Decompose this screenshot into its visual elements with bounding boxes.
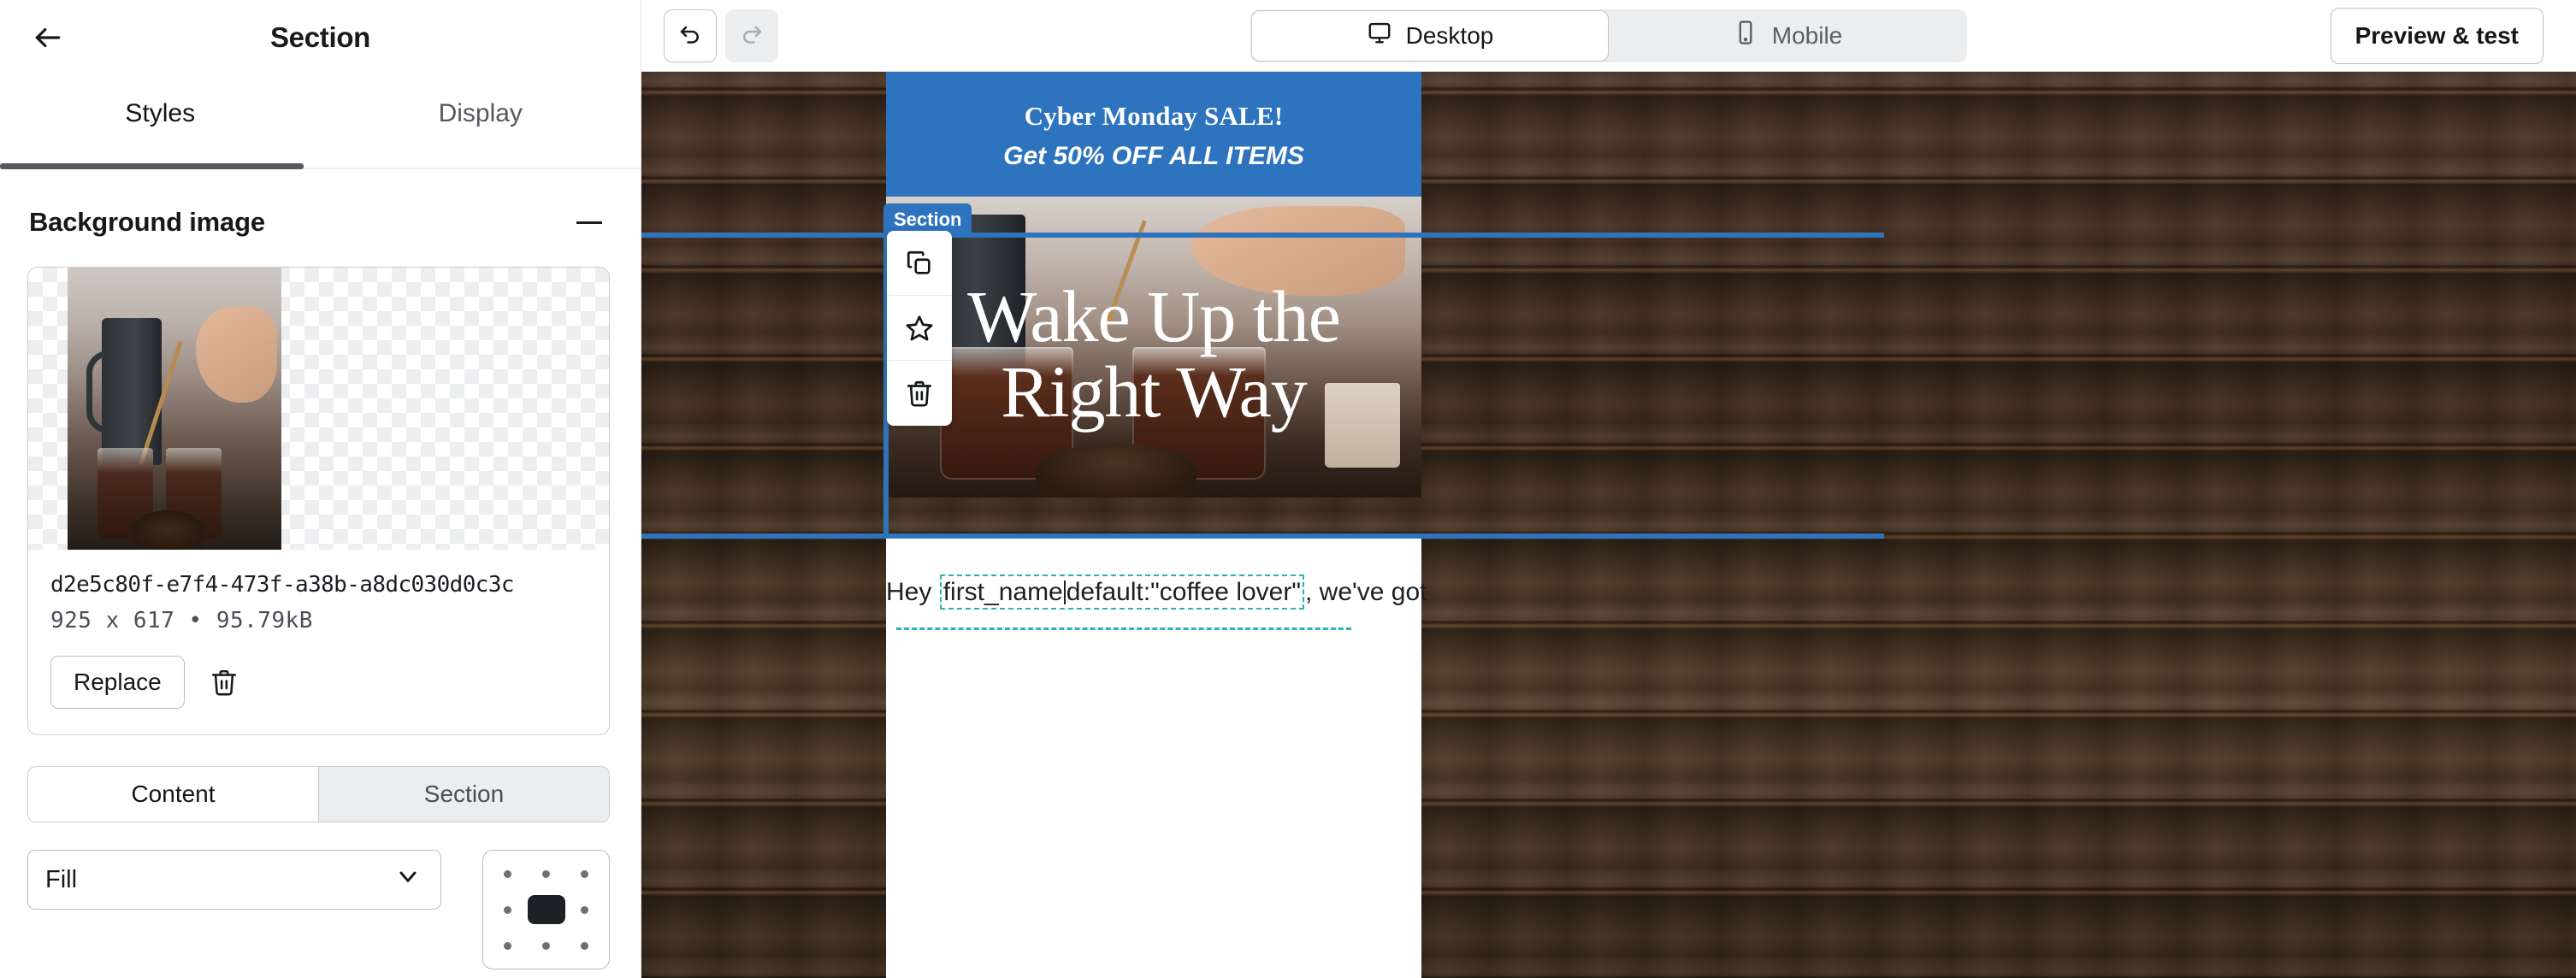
sidebar-header: Section <box>0 0 641 75</box>
image-preview[interactable] <box>28 268 609 550</box>
position-center-selected[interactable] <box>527 892 565 928</box>
device-tab-mobile-label: Mobile <box>1771 21 1843 49</box>
device-tab-mobile[interactable]: Mobile <box>1609 10 1966 62</box>
email-content-area[interactable]: Hey first_name default:"coffee lover", we… <box>886 539 1427 978</box>
hero-headline: Wake Up the Right Way <box>886 197 1421 498</box>
hero-section[interactable]: Wake Up the Right Way <box>886 197 1421 498</box>
sidebar-tabs: Styles Display <box>0 75 641 169</box>
scope-tab-content[interactable]: Content <box>28 767 319 822</box>
back-arrow-icon[interactable] <box>29 19 67 56</box>
preview-photo <box>68 268 281 550</box>
background-image-header: Background image <box>0 169 641 239</box>
email-editor-app: Section Styles Display Background image <box>0 0 2576 978</box>
editor-toolbar: Desktop Mobile Preview & test <box>641 0 2576 72</box>
image-meta: d2e5c80f-e7f4-473f-a38b-a8dc030d0c3c 925… <box>28 550 609 633</box>
delete-icon[interactable] <box>887 361 952 426</box>
promo-banner[interactable]: Cyber Monday SALE! Get 50% OFF ALL ITEMS <box>886 72 1421 197</box>
hero-headline-line2: Right Way <box>1001 351 1308 433</box>
redo-icon <box>725 9 778 62</box>
background-size-select[interactable]: Fill <box>27 850 441 910</box>
image-filename: d2e5c80f-e7f4-473f-a38b-a8dc030d0c3c <box>50 572 515 598</box>
chevron-down-icon <box>394 863 422 897</box>
undo-icon[interactable] <box>664 9 717 62</box>
minus-icon[interactable] <box>572 205 606 239</box>
email-canvas[interactable]: Cyber Monday SALE! Get 50% OFF ALL ITEMS <box>641 72 2576 978</box>
selection-border-bottom <box>641 533 1884 539</box>
duplicate-icon[interactable] <box>887 231 952 296</box>
hero-headline-line1: Wake Up the <box>967 275 1341 358</box>
position-bottom-right[interactable] <box>565 928 604 963</box>
background-image-title: Background image <box>29 207 265 237</box>
device-tab-desktop-label: Desktop <box>1405 21 1494 49</box>
preview-and-test-button[interactable]: Preview & test <box>2330 7 2544 64</box>
image-actions: Replace <box>28 633 609 734</box>
monitor-icon <box>1367 20 1392 51</box>
text-block-outline <box>896 627 1351 630</box>
replace-image-button[interactable]: Replace <box>50 656 185 709</box>
device-tab-desktop[interactable]: Desktop <box>1251 9 1609 62</box>
section-tools-toolbar <box>887 231 952 426</box>
active-tab-indicator <box>0 163 304 169</box>
tab-display[interactable]: Display <box>321 75 641 168</box>
merge-tag-default: default:"coffee lover" <box>1066 578 1301 606</box>
position-top-center[interactable] <box>527 856 565 892</box>
phone-icon <box>1733 20 1758 51</box>
scope-tab-section[interactable]: Section <box>319 767 609 822</box>
device-switch: Desktop Mobile <box>1250 9 1967 62</box>
greeting-prefix: Hey <box>886 578 939 606</box>
merge-tag-first-name[interactable]: first_name default:"coffee lover" <box>939 574 1304 610</box>
tab-styles[interactable]: Styles <box>0 75 321 168</box>
text-caret <box>1063 580 1066 604</box>
selection-border-top <box>641 233 1884 238</box>
position-top-left[interactable] <box>488 856 527 892</box>
greeting-suffix: , we've got <box>1305 578 1427 606</box>
position-bottom-left[interactable] <box>488 928 527 963</box>
page-title: Section <box>269 21 371 53</box>
background-position-picker[interactable] <box>482 850 610 969</box>
editor-main: Desktop Mobile Preview & test Cyber Mond… <box>641 0 2576 978</box>
background-size-value: Fill <box>45 865 78 893</box>
position-middle-left[interactable] <box>488 892 527 928</box>
background-scope-tabs: Content Section <box>27 766 610 822</box>
favorite-icon[interactable] <box>887 296 952 361</box>
trash-icon[interactable] <box>204 662 245 703</box>
email-body: Cyber Monday SALE! Get 50% OFF ALL ITEMS <box>641 72 1884 978</box>
promo-banner-headline: Cyber Monday SALE! <box>1024 101 1284 131</box>
styles-sidebar: Section Styles Display Background image <box>0 0 641 978</box>
greeting-text[interactable]: Hey first_name default:"coffee lover", we… <box>886 539 1427 610</box>
promo-banner-subline: Get 50% OFF ALL ITEMS <box>1003 142 1304 170</box>
undo-redo-group <box>664 9 778 62</box>
image-dimensions: 925 x 617 • 95.79kB <box>50 608 313 633</box>
background-image-card: d2e5c80f-e7f4-473f-a38b-a8dc030d0c3c 925… <box>27 267 610 735</box>
position-top-right[interactable] <box>565 856 604 892</box>
merge-tag-variable: first_name <box>942 578 1063 606</box>
background-controls: Fill <box>27 850 610 969</box>
position-bottom-center[interactable] <box>527 928 565 963</box>
position-middle-right[interactable] <box>565 892 604 928</box>
